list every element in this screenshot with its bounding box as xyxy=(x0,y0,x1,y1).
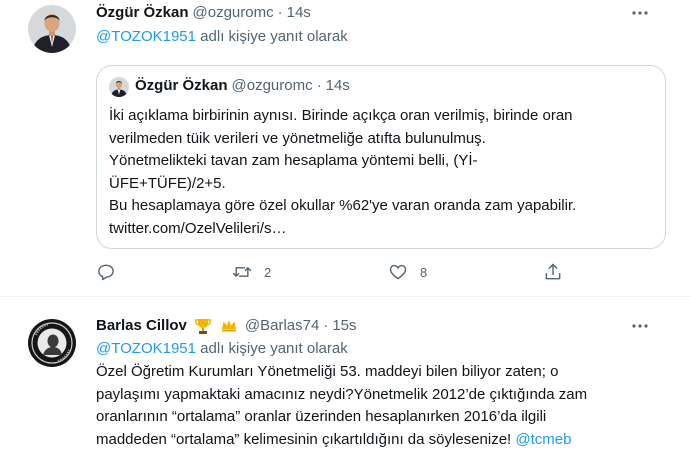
avatar[interactable] xyxy=(28,319,76,367)
more-options-button[interactable] xyxy=(628,1,652,25)
share-button[interactable] xyxy=(543,262,563,282)
quoted-tweet[interactable]: Özgür Özkan @ozguromc · 14s İki açıklama… xyxy=(96,65,666,249)
quoted-tweet-text: İki açıklama birbirinin aynısı. Birinde … xyxy=(109,105,661,240)
timestamp[interactable]: 15s xyxy=(332,316,356,336)
retweet-count: 2 xyxy=(264,264,272,280)
tweet-text-line: Özel Öğretim Kurumları Yönetmeliği 53. m… xyxy=(96,363,559,380)
separator-dot: · xyxy=(277,4,283,21)
mention-link[interactable]: @tcmeb xyxy=(515,431,571,448)
tweet-text: Özel Öğretim Kurumları Yönetmeliği 53. m… xyxy=(96,361,587,450)
quoted-author-handle: @ozguromc xyxy=(231,77,313,94)
tweet-ozgur[interactable]: Özgür Özkan @ozguromc · 14s @TOZOK1951 a… xyxy=(0,0,690,296)
reply-context-label: adlı kişiye yanıt olarak xyxy=(200,28,348,45)
reply-icon xyxy=(98,264,114,281)
trophy-icon xyxy=(193,317,213,335)
author-name[interactable]: Özgür Özkan xyxy=(96,3,189,23)
heart-icon xyxy=(389,264,407,280)
mention-link[interactable]: @TOZOK1951 xyxy=(96,28,196,45)
reply-button[interactable] xyxy=(96,262,116,282)
tweet-text-segment: maddeden “ortalama” kelimesinin çıkartıl… xyxy=(96,430,516,448)
quoted-text-line: Bu hesaplamaya göre özel okullar %62'ye … xyxy=(109,197,577,214)
more-options-button[interactable] xyxy=(628,314,652,338)
separator-dot: · xyxy=(316,77,322,94)
quoted-avatar xyxy=(109,77,129,97)
like-count: 8 xyxy=(420,264,428,280)
quoted-text-line: verilmeden tüik verileri ve yönetmeliğe … xyxy=(109,129,486,147)
author-handle[interactable]: @Barlas74 xyxy=(245,316,319,336)
more-icon xyxy=(632,324,648,328)
tweet-text-line: oranlarının “ortalama” oranlar üzerinden… xyxy=(96,408,547,425)
author-handle[interactable]: @ozguromc xyxy=(193,3,274,23)
separator-dot: · xyxy=(323,317,329,334)
timestamp[interactable]: 14s xyxy=(287,3,311,23)
share-icon xyxy=(545,263,561,280)
author-name[interactable]: Barlas Cillov xyxy=(96,316,187,336)
more-icon xyxy=(632,11,648,15)
tweet-text-line: paylaşımı yapmaktaki amacınız neydi?Yöne… xyxy=(96,385,588,403)
like-button[interactable]: 8 xyxy=(388,262,427,282)
tweet-barlas[interactable]: Barlas Cillov @Barlas74 · 15s @TOZOK1951 xyxy=(0,297,690,450)
quoted-author-name: Özgür Özkan xyxy=(135,77,228,94)
quoted-text-line: ÜFE+TÜFE)/2+5. xyxy=(109,174,226,192)
mention-link[interactable]: @TOZOK1951 xyxy=(96,340,196,357)
retweet-icon xyxy=(232,267,252,277)
quoted-timestamp: 14s xyxy=(325,77,350,94)
quoted-text-line: Yönetmelikteki tavan zam hesaplama yönte… xyxy=(109,152,478,169)
tweet-text-line: maddeden “ortalama” kelimesinin çıkartıl… xyxy=(96,429,587,450)
quoted-link[interactable]: twitter.com/OzelVelileri/s… xyxy=(109,218,661,241)
crown-icon xyxy=(219,317,239,335)
quoted-text-line: İki açıklama birbirinin aynısı. Birinde … xyxy=(109,107,573,124)
reply-context: @TOZOK1951 adlı kişiye yanıt olarak xyxy=(96,339,348,359)
reply-context: @TOZOK1951 adlı kişiye yanıt olarak xyxy=(96,27,348,47)
reply-context-label: adlı kişiye yanıt olarak xyxy=(200,340,348,357)
avatar[interactable] xyxy=(28,5,76,53)
action-bar: 2 8 xyxy=(96,262,566,286)
retweet-button[interactable]: 2 xyxy=(232,262,271,282)
